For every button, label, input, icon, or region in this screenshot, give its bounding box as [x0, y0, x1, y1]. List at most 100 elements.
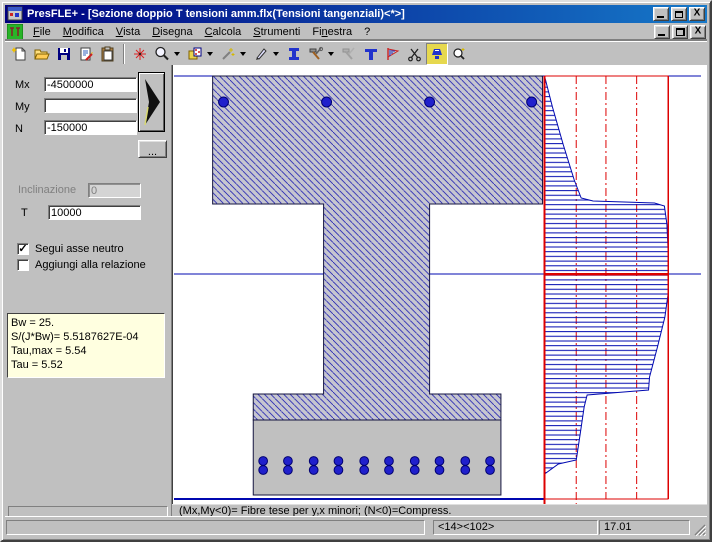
hammer-disabled-icon — [341, 46, 357, 62]
document-icon — [7, 24, 23, 40]
moment-diagram-icon — [385, 46, 401, 62]
find-icon — [451, 46, 467, 62]
title-bar: PresFLE+ - [Sezione doppio T tensioni am… — [5, 5, 707, 23]
menu-finestra[interactable]: Finestra — [306, 24, 358, 40]
close-button[interactable]: X — [689, 7, 705, 21]
apply-arrow-button[interactable] — [138, 72, 165, 132]
minimize-icon — [658, 34, 665, 36]
save-icon — [56, 46, 72, 62]
window-title: PresFLE+ - [Sezione doppio T tensioni am… — [27, 8, 649, 20]
status-panel-coordinates: <14><102> — [433, 520, 598, 535]
child-minimize-button[interactable] — [654, 25, 670, 39]
maximize-icon — [675, 11, 683, 18]
tools-button[interactable] — [305, 43, 327, 65]
my-label: My — [15, 101, 30, 113]
t-section-icon — [363, 46, 379, 62]
close-icon: X — [695, 27, 702, 37]
app-icon — [7, 6, 23, 22]
section-palette-button[interactable] — [184, 43, 206, 65]
apply-arrow-icon — [140, 75, 163, 129]
menu-strumenti[interactable]: Strumenti — [247, 24, 306, 40]
more-options-button[interactable]: ... — [138, 140, 167, 158]
paste-icon — [100, 46, 116, 62]
result-tau: Tau = 5.52 — [11, 358, 161, 372]
results-box: Bw = 25. S/(J*Bw)= 5.5187627E-04 Tau,max… — [7, 313, 165, 378]
hint-bar: (Mx,My<0)= Fibre tese per y,x minori; (N… — [172, 504, 707, 516]
pen-button[interactable] — [250, 43, 272, 65]
inclinazione-input — [88, 183, 141, 198]
n-input[interactable] — [44, 120, 137, 135]
tools-dropdown-arrow[interactable] — [328, 52, 334, 56]
aggiungi-relazione-checkbox[interactable] — [17, 259, 29, 271]
zoom-dropdown-arrow[interactable] — [174, 52, 180, 56]
t-label: T — [21, 207, 28, 219]
origin-axes-button[interactable] — [129, 43, 151, 65]
new-document-icon — [12, 46, 28, 62]
toolbar — [5, 41, 707, 65]
control-panel: Mx My N ... Inclinazione T ✓ Segui asse … — [5, 65, 172, 516]
menu-calcola[interactable]: Calcola — [199, 24, 248, 40]
pen-dropdown-arrow[interactable] — [273, 52, 279, 56]
close-icon: X — [694, 9, 701, 19]
menu-vista[interactable]: Vista — [110, 24, 146, 40]
origin-axes-icon — [132, 46, 148, 62]
drawing-area[interactable] — [172, 65, 707, 508]
save-button[interactable] — [53, 43, 75, 65]
lamp-icon — [429, 46, 445, 62]
hammer-disabled-button — [338, 43, 360, 65]
child-close-button[interactable]: X — [690, 25, 706, 39]
menu-help[interactable]: ? — [358, 24, 376, 40]
client-area: Mx My N ... Inclinazione T ✓ Segui asse … — [5, 65, 707, 516]
rebar-dot — [322, 97, 332, 107]
section-drawing — [173, 65, 707, 508]
t-section-button[interactable] — [360, 43, 382, 65]
rebar-dot — [425, 97, 435, 107]
magic-wand-icon — [220, 46, 236, 62]
paste-button[interactable] — [97, 43, 119, 65]
cut-button[interactable] — [404, 43, 426, 65]
magic-wand-button[interactable] — [217, 43, 239, 65]
lamp-toggle-button[interactable] — [426, 43, 448, 65]
child-restore-button[interactable] — [672, 25, 688, 39]
status-panel-main — [6, 520, 425, 535]
open-folder-icon — [34, 46, 50, 62]
mx-input[interactable] — [44, 77, 137, 92]
pen-icon — [253, 46, 269, 62]
resize-grip[interactable] — [693, 523, 706, 536]
open-button[interactable] — [31, 43, 53, 65]
inclinazione-label: Inclinazione — [18, 184, 76, 196]
result-sjbw: S/(J*Bw)= 5.5187627E-04 — [11, 330, 161, 344]
t-input[interactable] — [48, 205, 141, 220]
toolbar-separator — [123, 44, 125, 64]
result-bw: Bw = 25. — [11, 316, 161, 330]
menu-bar: File Modifica Vista Disegna Calcola Stru… — [5, 23, 707, 41]
status-bar: <14><102> 17.01 — [5, 516, 707, 537]
section-palette-icon — [187, 46, 203, 62]
result-tau-max: Tau,max = 5.54 — [11, 344, 161, 358]
zoom-button[interactable] — [151, 43, 173, 65]
maximize-button[interactable] — [671, 7, 687, 21]
my-input[interactable] — [44, 98, 137, 113]
magic-wand-dropdown-arrow[interactable] — [240, 52, 246, 56]
restore-icon — [676, 28, 685, 36]
menu-file[interactable]: File — [27, 24, 57, 40]
minimize-button[interactable] — [653, 7, 669, 21]
status-panel-time: 17.01 — [599, 520, 690, 535]
report-button[interactable] — [75, 43, 97, 65]
segui-asse-neutro-checkbox[interactable]: ✓ — [17, 243, 29, 255]
i-section-button[interactable] — [283, 43, 305, 65]
i-section-icon — [286, 46, 302, 62]
moment-diagram-button[interactable] — [382, 43, 404, 65]
n-label: N — [15, 123, 23, 135]
rebar-dot — [219, 97, 229, 107]
menu-modifica[interactable]: Modifica — [57, 24, 110, 40]
find-button[interactable] — [448, 43, 470, 65]
menu-disegna[interactable]: Disegna — [146, 24, 198, 40]
new-document-button[interactable] — [9, 43, 31, 65]
segui-asse-neutro-label: Segui asse neutro — [35, 243, 124, 255]
aggiungi-relazione-label: Aggiungi alla relazione — [35, 259, 146, 271]
application-window: PresFLE+ - [Sezione doppio T tensioni am… — [0, 0, 712, 542]
rebar-dot — [527, 97, 537, 107]
zoom-icon — [154, 46, 170, 62]
section-palette-dropdown-arrow[interactable] — [207, 52, 213, 56]
